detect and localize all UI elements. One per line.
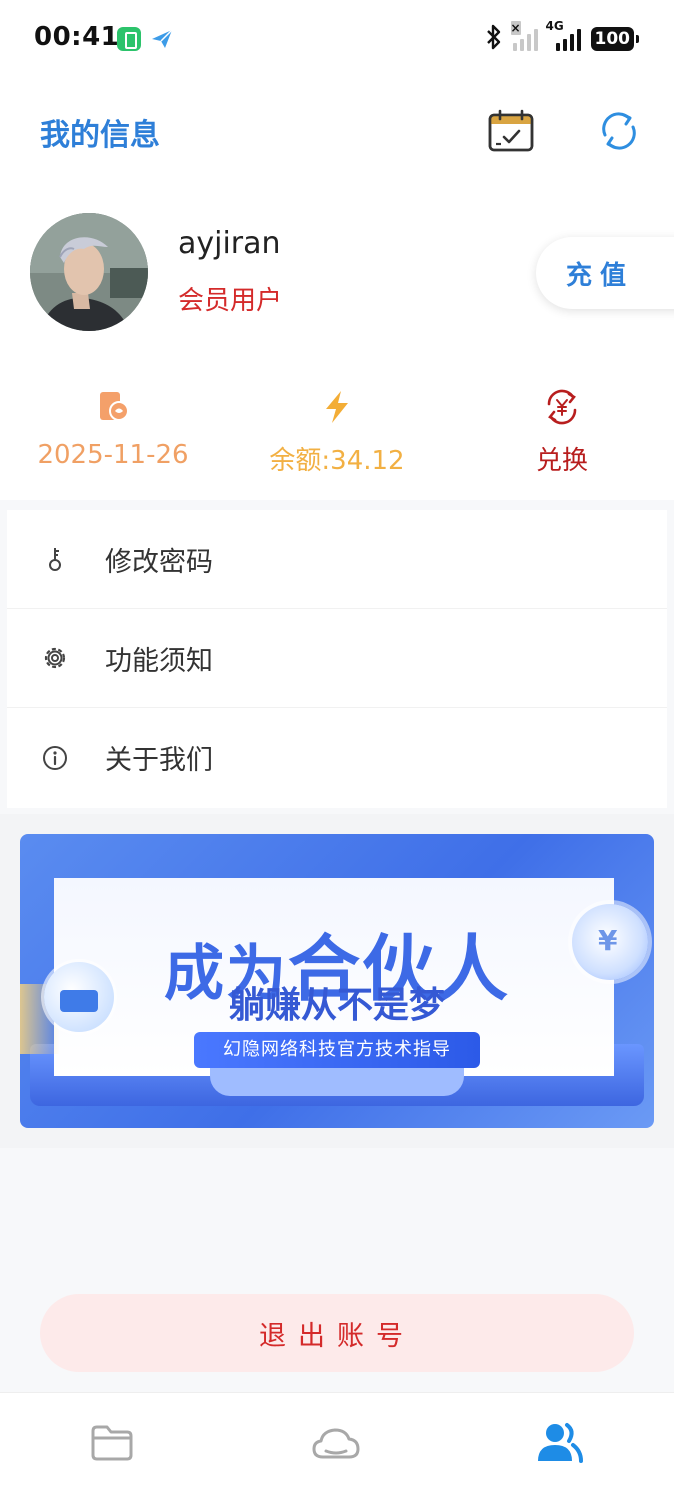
status-right: × 4G 100 <box>485 19 639 54</box>
exchange-button[interactable]: 兑换 <box>452 388 672 477</box>
page-title: 我的信息 <box>40 118 160 153</box>
battery-app-icon <box>117 27 141 51</box>
nav-files-tab[interactable] <box>84 1417 140 1473</box>
bottom-nav <box>0 1392 674 1500</box>
status-bar: 00:41 × 4G 100 <box>0 0 674 78</box>
banner-subtitle: 躺赚从不是梦 <box>228 985 445 1026</box>
member-type: 会员用户 <box>178 286 283 316</box>
menu-item-feature-notice[interactable]: 功能须知 <box>7 609 667 708</box>
logout-button[interactable]: 退出账号 <box>40 1294 634 1372</box>
stat-balance: 余额:34.12 <box>227 388 447 477</box>
expire-date: 2025-11-26 <box>37 440 189 470</box>
nav-profile-tab[interactable] <box>532 1417 588 1473</box>
paper-plane-icon <box>150 27 174 51</box>
exchange-label: 兑换 <box>535 446 588 476</box>
folder-icon <box>89 1423 135 1467</box>
cloud-icon <box>310 1423 362 1467</box>
lightning-icon <box>227 388 447 426</box>
users-icon <box>535 1421 585 1469</box>
signal-sim2-icon: 4G <box>546 19 581 51</box>
gear-icon <box>41 644 69 672</box>
banner-section: 成为合伙人 躺赚从不是梦 幻隐网络科技官方技术指导 <box>0 814 674 1148</box>
calendar-check-icon[interactable] <box>486 108 536 154</box>
menu-item-about-us[interactable]: 关于我们 <box>7 708 667 807</box>
menu-item-change-password[interactable]: 修改密码 <box>7 510 667 609</box>
avatar[interactable] <box>30 213 148 331</box>
exchange-yuan-icon <box>452 388 672 426</box>
partner-banner[interactable]: 成为合伙人 躺赚从不是梦 幻隐网络科技官方技术指导 <box>20 834 654 1128</box>
menu-item-label: 功能须知 <box>105 645 213 677</box>
nav-cloud-tab[interactable] <box>308 1417 364 1473</box>
expire-phone-icon <box>3 388 223 426</box>
balance-value: 余额:34.12 <box>269 446 405 476</box>
status-time: 00:41 <box>34 22 120 52</box>
signal-sim1-icon: × <box>510 21 538 51</box>
stat-expire-date: 2025-11-26 <box>3 388 223 470</box>
menu-item-label: 修改密码 <box>105 546 213 578</box>
banner-tag: 幻隐网络科技官方技术指导 <box>194 1032 480 1068</box>
logout-label: 退出账号 <box>259 1320 415 1352</box>
menu-item-label: 关于我们 <box>105 745 213 776</box>
banner-stage-step <box>210 1064 464 1096</box>
info-icon <box>41 744 69 772</box>
username: ayjiran <box>178 226 281 261</box>
recharge-label: 充值 <box>566 260 635 291</box>
bluetooth-icon <box>485 24 503 54</box>
battery-indicator: 100 <box>590 27 639 51</box>
refresh-icon[interactable] <box>596 108 642 154</box>
recharge-button[interactable]: 充值 <box>536 237 674 309</box>
key-icon <box>41 545 69 573</box>
settings-menu: 修改密码 功能须知 关于我们 <box>7 510 667 808</box>
